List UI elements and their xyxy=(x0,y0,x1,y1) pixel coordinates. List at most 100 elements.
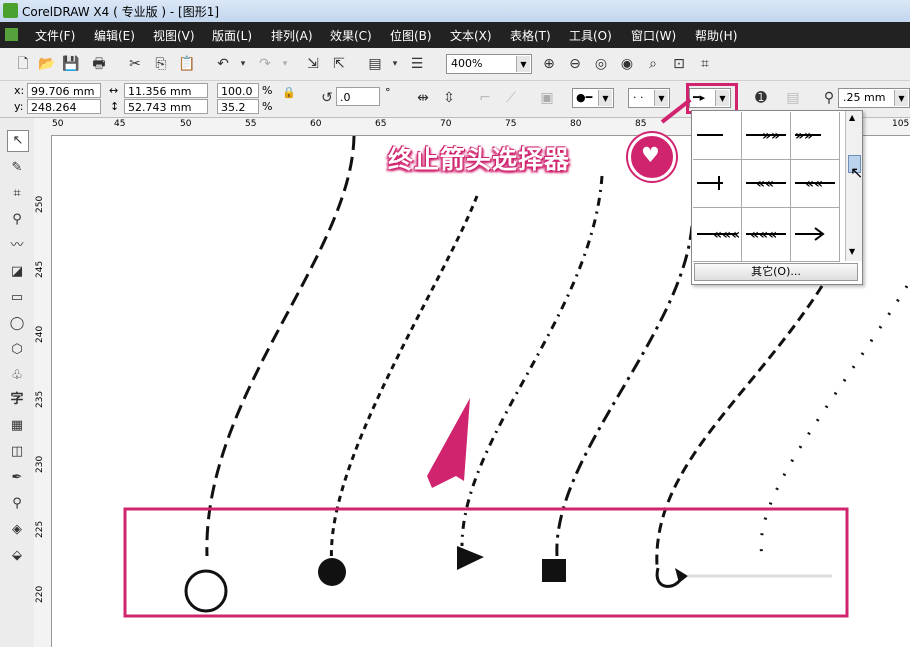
polygon-tool-icon[interactable]: ⬡ xyxy=(7,340,27,360)
scale-y-field[interactable]: 35.2 xyxy=(217,99,259,114)
export-icon[interactable]: ⇱ xyxy=(330,55,348,73)
eyedropper-icon[interactable]: ✒ xyxy=(7,468,27,488)
dashed-line-5[interactable] xyxy=(655,285,824,567)
shape-tool-icon[interactable]: ✎ xyxy=(7,158,27,178)
arrow-option[interactable]: ««« xyxy=(742,208,791,262)
arrow-option[interactable] xyxy=(693,160,742,208)
freehand-tool-icon[interactable]: 〰 xyxy=(7,236,27,256)
triangle-end-marker[interactable] xyxy=(457,546,484,570)
ruler-h-label: 70 xyxy=(440,119,452,129)
interactive-blend-icon[interactable]: ◫ xyxy=(7,442,27,462)
menu-arrange[interactable]: 排列(A) xyxy=(271,27,313,44)
menu-edit[interactable]: 编辑(E) xyxy=(94,27,135,44)
menu-text[interactable]: 文本(X) xyxy=(450,27,492,44)
zoom-out-icon[interactable]: ⊖ xyxy=(566,55,584,73)
zoom-width-icon[interactable]: ⊡ xyxy=(670,55,688,73)
arrow-option[interactable] xyxy=(791,208,840,262)
lock-ratio-icon[interactable]: 🔒 xyxy=(280,84,298,102)
text-tool-icon[interactable]: 字 xyxy=(7,390,27,410)
fill-tool-icon[interactable]: ◈ xyxy=(7,520,27,540)
dashdot-line-3[interactable] xyxy=(460,175,604,547)
scroll-up-icon[interactable]: ▲ xyxy=(849,113,855,122)
import-icon[interactable]: ⇲ xyxy=(304,55,322,73)
to-curves-icon[interactable]: ⌐ xyxy=(476,89,494,107)
menu-table[interactable]: 表格(T) xyxy=(510,27,551,44)
zoom-page-icon[interactable]: ⌕ xyxy=(644,55,662,73)
launcher-dropdown-icon[interactable]: ▾ xyxy=(386,55,404,73)
copy-icon[interactable]: ⎘ xyxy=(152,55,170,73)
ellipse-tool-icon[interactable]: ◯ xyxy=(7,314,27,334)
scale-x-field[interactable]: 100.0 xyxy=(217,83,259,98)
x-position-field[interactable]: 99.706 mm xyxy=(27,83,101,98)
text-wrap-icon[interactable]: ➊ xyxy=(752,89,770,107)
zoom-height-icon[interactable]: ⌗ xyxy=(696,55,714,73)
svg-text:««: «« xyxy=(805,176,823,192)
redo-dropdown-icon[interactable]: ▾ xyxy=(276,55,294,73)
arrow-option[interactable] xyxy=(693,112,742,160)
scroll-down-icon[interactable]: ▼ xyxy=(849,247,855,256)
menu-file[interactable]: 文件(F) xyxy=(35,27,75,44)
menu-window[interactable]: 窗口(W) xyxy=(631,27,676,44)
arrow-option[interactable]: «« xyxy=(791,160,840,208)
rotation-field[interactable]: .0 xyxy=(336,87,380,106)
zoom-selected-icon[interactable]: ◎ xyxy=(592,55,610,73)
vertical-ruler[interactable]: 250 245 240 235 230 225 220 xyxy=(34,135,52,647)
menu-bitmaps[interactable]: 位图(B) xyxy=(390,27,432,44)
application-launcher-icon[interactable]: ▤ xyxy=(366,55,384,73)
crop-tool-icon[interactable]: ⌗ xyxy=(7,184,27,204)
menu-tools[interactable]: 工具(O) xyxy=(569,27,612,44)
node-icon[interactable]: ⟋ xyxy=(502,89,520,107)
undo-dropdown-icon[interactable]: ▾ xyxy=(234,55,252,73)
other-arrows-button[interactable]: 其它(O)... xyxy=(694,263,858,281)
new-icon[interactable]: 🗋 xyxy=(14,55,32,73)
convert-outline-icon[interactable]: ▣ xyxy=(538,89,556,107)
menu-effects[interactable]: 效果(C) xyxy=(330,27,372,44)
print-icon[interactable]: 🖶 xyxy=(90,55,108,73)
outline-width-dropdown[interactable]: .25 mm ▼ xyxy=(838,88,910,108)
arrow-option[interactable]: «« xyxy=(742,160,791,208)
arrow-option[interactable]: ««« xyxy=(693,208,742,262)
y-position-field[interactable]: 248.264 mm xyxy=(27,99,101,129)
rectangle-tool-icon[interactable]: ▭ xyxy=(7,288,27,308)
dot-end-marker[interactable] xyxy=(318,558,346,586)
zoom-all-icon[interactable]: ◉ xyxy=(618,55,636,73)
menu-layout[interactable]: 版面(L) xyxy=(212,27,252,44)
line-style-selector[interactable]: · · ▼ xyxy=(628,88,670,108)
table-tool-icon[interactable]: ▦ xyxy=(7,416,27,436)
outline-tool-icon[interactable]: ⚲ xyxy=(7,494,27,514)
save-icon[interactable]: 💾 xyxy=(62,55,80,73)
open-icon[interactable]: 📂 xyxy=(38,55,56,73)
circle-end-marker[interactable] xyxy=(184,569,228,613)
outline-width-value: .25 mm xyxy=(843,91,886,104)
mirror-horizontal-icon[interactable]: ⇹ xyxy=(414,89,432,107)
cut-icon[interactable]: ✂ xyxy=(126,55,144,73)
paste-icon[interactable]: 📋 xyxy=(178,55,196,73)
mirror-vertical-icon[interactable]: ⇳ xyxy=(440,89,458,107)
width-field[interactable]: 11.356 mm xyxy=(124,83,208,98)
menu-help[interactable]: 帮助(H) xyxy=(695,27,737,44)
zoom-tool-icon[interactable]: ⚲ xyxy=(7,210,27,230)
zoom-in-icon[interactable]: ⊕ xyxy=(540,55,558,73)
basic-shapes-icon[interactable]: ♧ xyxy=(7,366,27,386)
y-label: y: xyxy=(14,100,24,113)
zoom-level-dropdown[interactable]: 400% ▼ xyxy=(446,54,532,74)
undo-icon[interactable]: ↶ xyxy=(214,55,232,73)
height-field[interactable]: 52.743 mm xyxy=(124,99,208,114)
square-end-marker[interactable] xyxy=(542,559,566,582)
to-front-icon[interactable]: ▤ xyxy=(784,89,802,107)
dotted-line-6[interactable] xyxy=(759,285,909,557)
arrow-option[interactable]: »» xyxy=(742,112,791,160)
smart-fill-icon[interactable]: ◪ xyxy=(7,262,27,282)
arrow-option[interactable]: »» xyxy=(791,112,840,160)
doc-icon[interactable] xyxy=(5,28,18,41)
welcome-screen-icon[interactable]: ☰ xyxy=(408,55,426,73)
start-arrow-selector[interactable]: ●━ ▼ xyxy=(572,88,614,108)
pick-tool-icon[interactable]: ↖ xyxy=(7,130,29,152)
redo-icon[interactable]: ↷ xyxy=(256,55,274,73)
popup-scrollbar[interactable]: ▲ ▼ xyxy=(845,111,862,261)
menu-view[interactable]: 视图(V) xyxy=(153,27,195,44)
end-arrow-popup: »» »» «« «« ««« ««« ▲ ▼ 其它(O)... xyxy=(691,110,863,285)
interactive-fill-icon[interactable]: ⬙ xyxy=(7,546,27,566)
mouse-cursor-icon: ↖ xyxy=(850,163,864,182)
dashed-line-1[interactable] xyxy=(205,135,356,557)
